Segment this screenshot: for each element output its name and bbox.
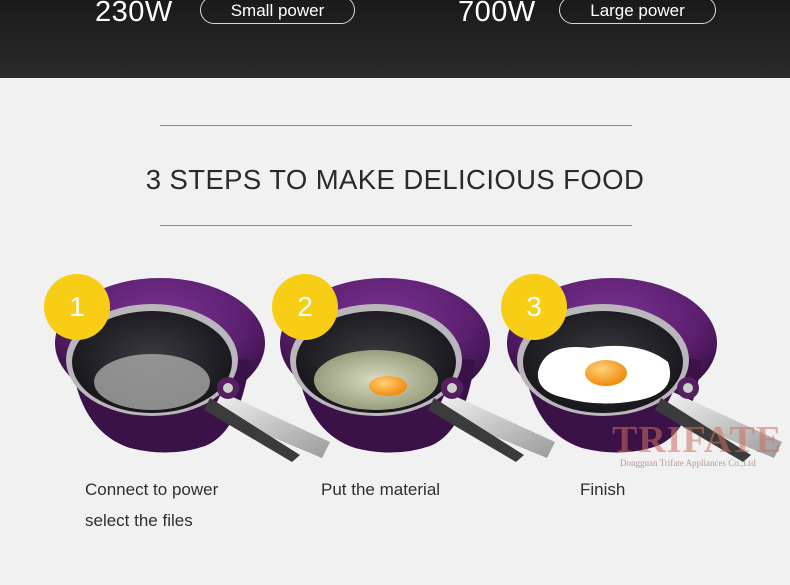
- step-1-caption-line2: select the files: [85, 511, 193, 530]
- step-1-badge: 1: [44, 274, 110, 340]
- step-2-badge: 2: [272, 274, 338, 340]
- company-watermark: Dongguan Trifate Appliances Co.,Ltd: [620, 458, 756, 468]
- brand-watermark: TRIFATE: [612, 419, 783, 461]
- step-2-caption: Put the material: [321, 480, 441, 499]
- step-3-caption: Finish: [580, 480, 626, 499]
- step-3-badge: 3: [501, 274, 567, 340]
- step-1-caption: Connect to power select the files: [85, 474, 218, 536]
- step-1-caption-line1: Connect to power: [85, 480, 219, 499]
